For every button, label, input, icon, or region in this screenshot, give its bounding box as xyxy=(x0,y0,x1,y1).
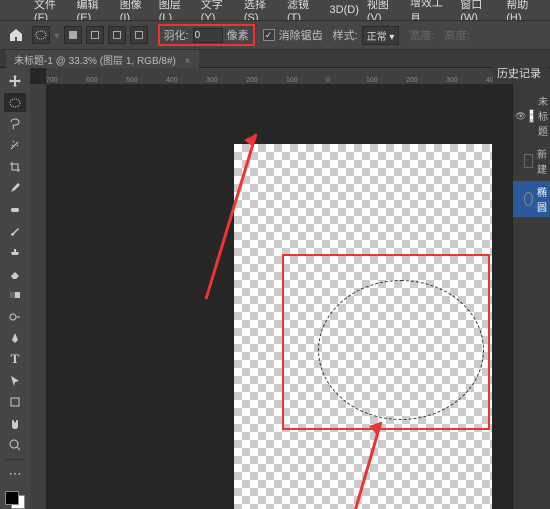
clone-stamp-tool[interactable] xyxy=(4,243,26,261)
workspace: 7006005004003002001000100200300400500600… xyxy=(30,68,512,509)
annotation-arrow-icon xyxy=(326,414,406,509)
tool-preset[interactable] xyxy=(32,26,50,44)
intersect-selection-button[interactable] xyxy=(130,26,148,44)
antialias-label: 消除锯齿 xyxy=(279,27,323,43)
eraser-tool[interactable] xyxy=(4,265,26,283)
move-tool[interactable] xyxy=(4,72,26,90)
document-tab-bar: 未标题-1 @ 33.3% (图层 1, RGB/8#) × xyxy=(0,50,550,68)
new-selection-button[interactable] xyxy=(64,26,82,44)
magic-wand-tool[interactable] xyxy=(4,136,26,154)
history-panel: 历史记录 👁 未标题 新建 椭圆 xyxy=(512,68,550,509)
foreground-color[interactable] xyxy=(5,491,19,505)
home-icon[interactable] xyxy=(8,27,24,43)
style-select[interactable]: 正常 ▾ xyxy=(362,26,400,45)
new-doc-icon xyxy=(524,154,533,168)
antialias-checkbox[interactable]: ✓ xyxy=(263,29,275,41)
history-panel-title[interactable]: 历史记录 xyxy=(493,62,549,84)
hand-tool[interactable] xyxy=(4,415,26,433)
brush-tool[interactable] xyxy=(4,222,26,240)
ellipse-icon xyxy=(524,192,533,206)
type-tool[interactable]: T xyxy=(4,350,26,368)
shape-tool[interactable] xyxy=(4,393,26,411)
path-selection-tool[interactable] xyxy=(4,372,26,390)
feather-control: 羽化: 像素 xyxy=(158,24,255,46)
height-label: 高度: xyxy=(445,27,470,43)
history-step-label: 新建 xyxy=(537,146,548,176)
close-icon[interactable]: × xyxy=(185,56,191,67)
vertical-ruler xyxy=(30,84,46,509)
document-tab-title: 未标题-1 @ 33.3% (图层 1, RGB/8#) xyxy=(14,56,176,67)
toolbox: T ⋯ xyxy=(0,68,30,509)
eyedropper-tool[interactable] xyxy=(4,179,26,197)
healing-brush-tool[interactable] xyxy=(4,200,26,218)
add-selection-button[interactable] xyxy=(86,26,104,44)
thumbnail-icon xyxy=(529,109,534,123)
history-step[interactable]: 新建 xyxy=(513,143,550,179)
gradient-tool[interactable] xyxy=(4,286,26,304)
canvas-area[interactable] xyxy=(46,84,512,509)
history-snapshot[interactable]: 👁 未标题 xyxy=(513,90,550,141)
menu-bar: 文件(F) 编辑(E) 图像(I) 图层(L) 文字(Y) 选择(S) 滤镜(T… xyxy=(0,0,550,20)
visibility-icon[interactable]: 👁 xyxy=(515,111,525,121)
history-step[interactable]: 椭圆 xyxy=(513,181,550,217)
history-step-label: 椭圆 xyxy=(537,184,548,214)
annotation-arrow-icon xyxy=(186,129,306,309)
document-tab[interactable]: 未标题-1 @ 33.3% (图层 1, RGB/8#) × xyxy=(6,49,199,69)
style-label: 样式: xyxy=(333,27,358,43)
elliptical-marquee-tool[interactable] xyxy=(4,93,26,111)
menu-3d[interactable]: 3D(D) xyxy=(330,4,359,16)
crop-tool[interactable] xyxy=(4,158,26,176)
zoom-tool[interactable] xyxy=(4,436,26,454)
dodge-tool[interactable] xyxy=(4,307,26,325)
feather-unit: 像素 xyxy=(227,27,249,43)
lasso-tool[interactable] xyxy=(4,115,26,133)
pen-tool[interactable] xyxy=(4,329,26,347)
horizontal-ruler: 7006005004003002001000100200300400500600… xyxy=(46,68,512,84)
color-swatch[interactable] xyxy=(5,491,25,509)
elliptical-selection-marquee xyxy=(318,280,484,420)
feather-input[interactable] xyxy=(193,28,223,43)
selection-mode-group xyxy=(64,26,148,44)
edit-toolbar[interactable]: ⋯ xyxy=(4,465,26,483)
options-bar: ▾ 羽化: 像素 ✓ 消除锯齿 样式: 正常 ▾ 宽度: 高度: xyxy=(0,20,550,50)
width-label: 宽度: xyxy=(409,27,434,43)
history-snapshot-label: 未标题 xyxy=(538,93,548,138)
main-area: T ⋯ 700600500400300200100010020030040050… xyxy=(0,68,550,509)
subtract-selection-button[interactable] xyxy=(108,26,126,44)
feather-label: 羽化: xyxy=(164,27,189,43)
